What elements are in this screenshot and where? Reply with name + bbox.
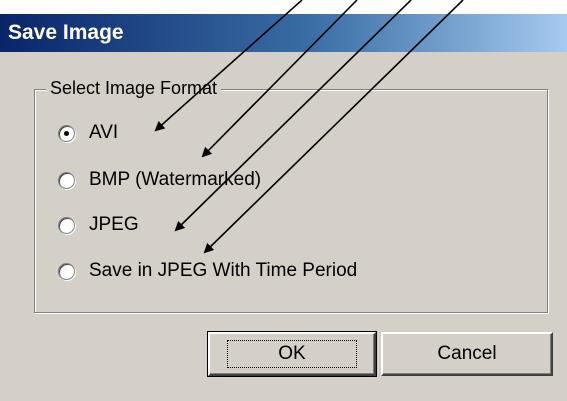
option-label-jpeg-time-period: Save in JPEG With Time Period: [89, 260, 358, 281]
ok-button-label: OK: [227, 340, 357, 368]
ok-button[interactable]: OK: [207, 331, 377, 377]
radio-option-jpeg[interactable]: JPEG: [58, 212, 139, 238]
cancel-button-label: Cancel: [437, 343, 497, 364]
option-label-avi: AVI: [89, 122, 119, 143]
radio-option-avi[interactable]: AVI: [58, 120, 118, 146]
radio-button-avi[interactable]: [58, 124, 75, 142]
dialog-title: Save Image: [8, 21, 124, 44]
option-label-bmp: BMP (Watermarked): [89, 169, 262, 190]
title-bar[interactable]: Save Image: [0, 14, 567, 52]
cancel-button[interactable]: Cancel: [381, 332, 553, 376]
radio-button-jpeg[interactable]: [58, 216, 75, 234]
group-label: Select Image Format: [46, 78, 222, 99]
radio-button-jpeg-time-period[interactable]: [58, 262, 75, 280]
save-image-dialog: Save Image Select Image Format AVI BMP (…: [0, 14, 567, 401]
radio-button-bmp[interactable]: [58, 171, 75, 189]
option-label-jpeg: JPEG: [89, 214, 139, 235]
radio-option-jpeg-time-period[interactable]: Save in JPEG With Time Period: [58, 258, 357, 284]
radio-option-bmp[interactable]: BMP (Watermarked): [58, 167, 261, 193]
